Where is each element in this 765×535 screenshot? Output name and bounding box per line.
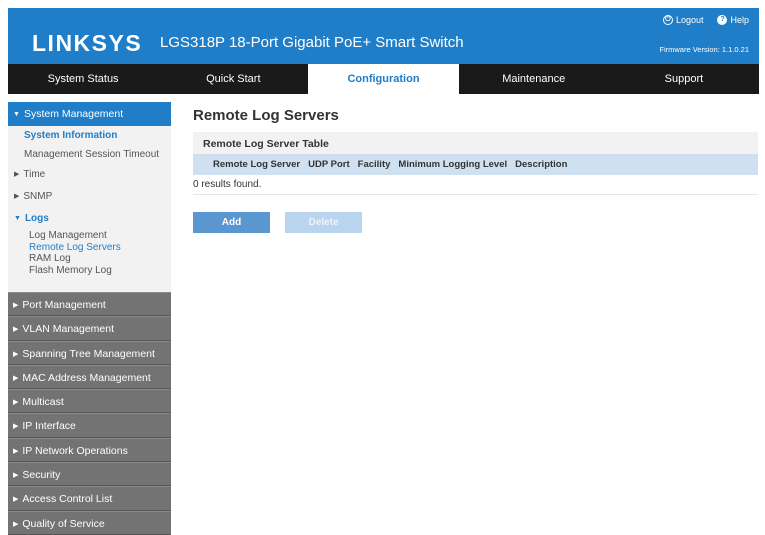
column-header-udp-port: UDP Port — [308, 159, 350, 170]
sidebar-section-label: System Management — [23, 108, 124, 120]
sidebar-item-flash-memory-log[interactable]: Flash Memory Log — [8, 265, 171, 277]
column-header-remote-log-server: Remote Log Server — [213, 159, 301, 170]
triangle-right-icon: ▶ — [13, 350, 19, 358]
sidebar-section-system-management[interactable]: ▼ System Management — [8, 102, 171, 126]
triangle-down-icon: ▼ — [14, 215, 21, 222]
tab-configuration[interactable]: Configuration — [308, 64, 459, 94]
sidebar-section-label: VLAN Management — [22, 323, 115, 336]
product-title: LGS318P 18-Port Gigabit PoE+ Smart Switc… — [160, 34, 464, 51]
sidebar-item-label: Time — [23, 169, 46, 180]
sidebar-item-snmp[interactable]: ▶ SNMP — [8, 186, 171, 208]
tab-support[interactable]: Support — [609, 64, 759, 94]
sidebar-section-label: MAC Address Management — [22, 371, 151, 384]
tab-quick-start[interactable]: Quick Start — [158, 64, 308, 94]
triangle-right-icon: ▶ — [13, 520, 19, 528]
sidebar-item-remote-log-servers[interactable]: Remote Log Servers — [8, 242, 171, 254]
sidebar-section-security[interactable]: ▶ Security — [8, 462, 171, 487]
triangle-right-icon: ▶ — [13, 472, 19, 480]
table-header-row: Remote Log Server UDP Port Facility Mini… — [193, 154, 758, 175]
sidebar-section-quality-of-service[interactable]: ▶ Quality of Service — [8, 510, 171, 535]
sidebar-section-multicast[interactable]: ▶ Multicast — [8, 389, 171, 414]
page: LINKSYS LGS318P 18-Port Gigabit PoE+ Sma… — [8, 8, 759, 535]
sidebar-section-label: Port Management — [22, 299, 106, 311]
sidebar-section-label: Quality of Service — [22, 517, 105, 530]
delete-button[interactable]: Delete — [285, 212, 362, 233]
sidebar-section-spanning-tree-management[interactable]: ▶ Spanning Tree Management — [8, 340, 171, 365]
help-icon: ? — [717, 15, 728, 25]
sidebar-item-ram-log[interactable]: RAM Log — [8, 253, 171, 265]
sidebar-section-label: Security — [22, 469, 61, 482]
triangle-right-icon: ▶ — [13, 374, 19, 382]
sidebar-section-mac-address-management[interactable]: ▶ MAC Address Management — [8, 364, 171, 390]
header-links: ⏻ Logout ? Help — [662, 15, 749, 25]
system-management-submenu: System Information Management Session Ti… — [8, 126, 171, 276]
collapsed-sections: ▶ Port Management ▶ VLAN Management ▶ Spann… — [8, 292, 171, 535]
sidebar-item-label: Logs — [24, 213, 49, 224]
tab-maintenance[interactable]: Maintenance — [459, 64, 609, 94]
tab-system-status[interactable]: System Status — [8, 64, 158, 94]
firmware-version: Firmware Version: 1.1.0.21 — [659, 45, 749, 54]
sidebar-item-log-management[interactable]: Log Management — [8, 230, 171, 242]
empty-results-message: 0 results found. — [193, 175, 758, 194]
sidebar-item-label: SNMP — [23, 191, 53, 202]
select-column-header — [193, 154, 213, 175]
top-nav: System Status Quick Start Configuration … — [8, 64, 759, 94]
sidebar-section-label: Multicast — [22, 396, 64, 409]
table-caption: Remote Log Server Table — [203, 138, 329, 150]
sidebar-section-access-control-list[interactable]: ▶ Access Control List — [8, 486, 171, 511]
sidebar-section-ip-interface[interactable]: ▶ IP Interface — [8, 413, 171, 438]
sidebar: ▼ System Management System Information Ma… — [8, 102, 171, 535]
sidebar-section-label: IP Interface — [22, 420, 76, 433]
action-buttons: Add Delete — [193, 212, 362, 233]
sidebar-section-label: IP Network Operations — [22, 444, 128, 457]
sidebar-item-time[interactable]: ▶ Time — [8, 164, 171, 186]
triangle-right-icon: ▶ — [13, 302, 19, 309]
help-label: Help — [730, 15, 749, 25]
header-bar: LINKSYS LGS318P 18-Port Gigabit PoE+ Sma… — [8, 8, 759, 64]
column-header-description: Description — [515, 159, 568, 170]
add-button[interactable]: Add — [193, 212, 270, 233]
sidebar-item-management-session-timeout[interactable]: Management Session Timeout — [8, 145, 171, 164]
sidebar-section-port-management[interactable]: ▶ Port Management — [8, 292, 171, 317]
triangle-right-icon: ▶ — [13, 496, 19, 504]
logout-link[interactable]: ⏻ Logout — [662, 15, 704, 25]
linksys-logo: LINKSYS — [32, 30, 143, 56]
triangle-right-icon: ▶ — [13, 399, 19, 407]
sidebar-section-label: Access Control List — [22, 493, 113, 506]
help-link[interactable]: ? Help — [717, 15, 749, 25]
triangle-right-icon: ▶ — [14, 193, 20, 200]
triangle-right-icon: ▶ — [13, 447, 19, 455]
remote-log-server-table: Remote Log Server Table Remote Log Serve… — [193, 132, 758, 195]
column-header-facility: Facility — [357, 159, 391, 170]
triangle-right-icon: ▶ — [13, 423, 19, 431]
page-title: Remote Log Servers — [193, 107, 339, 124]
sidebar-item-system-information[interactable]: System Information — [8, 126, 171, 145]
column-header-minimum-logging-level: Minimum Logging Level — [398, 159, 508, 170]
sidebar-section-label: Spanning Tree Management — [22, 347, 155, 360]
triangle-down-icon: ▼ — [13, 111, 20, 118]
triangle-right-icon: ▶ — [14, 171, 20, 178]
power-icon: ⏻ — [662, 15, 673, 25]
sidebar-section-ip-network-operations[interactable]: ▶ IP Network Operations — [8, 437, 171, 463]
triangle-right-icon: ▶ — [13, 326, 19, 334]
sidebar-section-vlan-management[interactable]: ▶ VLAN Management — [8, 316, 171, 341]
sidebar-item-logs[interactable]: ▼ Logs — [8, 208, 171, 230]
logout-label: Logout — [675, 15, 704, 25]
main-content: Remote Log Servers Remote Log Server Tab… — [193, 102, 758, 233]
